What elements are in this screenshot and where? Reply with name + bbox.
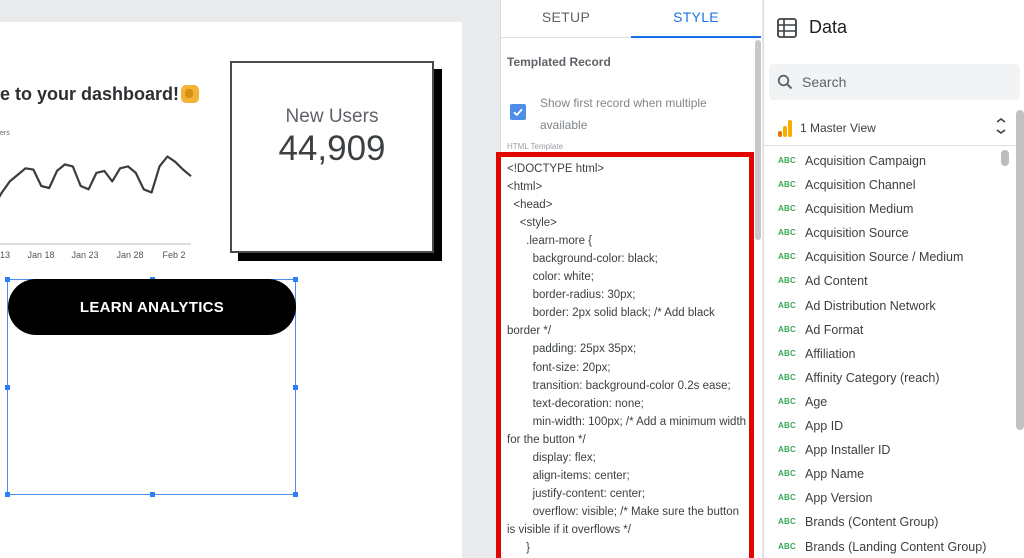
field-name: App ID bbox=[805, 419, 844, 434]
field-name: Brands (Landing Content Group) bbox=[805, 539, 987, 554]
field-name: Acquisition Channel bbox=[805, 178, 916, 193]
field-name: App Version bbox=[805, 491, 873, 506]
field-item[interactable]: ABC Acquisition Source / Medium bbox=[764, 245, 1014, 269]
resize-handle-bc[interactable] bbox=[150, 492, 155, 497]
field-search[interactable] bbox=[769, 64, 1020, 100]
resize-handle-ml[interactable] bbox=[5, 385, 10, 390]
text-field-type-icon: ABC bbox=[778, 445, 796, 455]
series-line bbox=[0, 155, 192, 198]
text-field-type-icon: ABC bbox=[778, 421, 796, 431]
field-name: Affinity Category (reach) bbox=[805, 370, 940, 385]
data-table-icon bbox=[777, 18, 797, 38]
field-item[interactable]: ABC Acquisition Campaign bbox=[764, 149, 1014, 173]
text-field-type-icon: ABC bbox=[778, 348, 796, 358]
x-tick-label: Jan 28 bbox=[116, 250, 143, 260]
resize-handle-tl[interactable] bbox=[5, 277, 10, 282]
section-title: Templated Record bbox=[507, 55, 611, 69]
text-field-type-icon: ABC bbox=[778, 324, 796, 334]
html-template-code[interactable]: <!DOCTYPE html> <html> <head> <style> .l… bbox=[501, 157, 749, 557]
tab-style[interactable]: STYLE bbox=[631, 0, 761, 38]
text-field-type-icon: ABC bbox=[778, 493, 796, 503]
x-tick-label: Jan 23 bbox=[71, 250, 98, 260]
html-template-editor[interactable]: <!DOCTYPE html> <html> <head> <style> .l… bbox=[496, 152, 754, 558]
field-name: App Name bbox=[805, 467, 865, 482]
field-list-scrollbar[interactable] bbox=[1001, 150, 1009, 166]
properties-scrollbar[interactable] bbox=[755, 40, 761, 240]
field-name: Ad Distribution Network bbox=[805, 298, 936, 313]
new-users-scorecard[interactable]: New Users 44,909 bbox=[230, 61, 434, 253]
chart-legend-fragment: ers bbox=[0, 130, 10, 137]
field-item[interactable]: ABC Affiliation bbox=[764, 342, 1014, 366]
field-name: Ad Format bbox=[805, 322, 864, 337]
field-item[interactable]: ABC App Version bbox=[764, 486, 1014, 510]
field-item[interactable]: ABC Acquisition Medium bbox=[764, 197, 1014, 221]
learn-analytics-button[interactable]: LEARN ANALYTICS bbox=[8, 279, 296, 335]
field-name: App Installer ID bbox=[805, 443, 891, 458]
welcome-heading: e to your dashboard! bbox=[0, 84, 200, 105]
field-item[interactable]: ABC App ID bbox=[764, 414, 1014, 438]
data-panel-scrollbar[interactable] bbox=[1016, 110, 1024, 430]
field-item[interactable]: ABC Age bbox=[764, 390, 1014, 414]
data-panel: Data 1 Master View ABC Acquisition Campai… bbox=[763, 0, 1024, 558]
tab-setup[interactable]: SETUP bbox=[501, 0, 631, 38]
field-item[interactable]: ABC Brands (Landing Content Group) bbox=[764, 535, 1014, 558]
field-item[interactable]: ABC Brands (Content Group) bbox=[764, 510, 1014, 534]
field-item[interactable]: ABC Ad Content bbox=[764, 269, 1014, 293]
text-field-type-icon: ABC bbox=[778, 252, 796, 262]
text-field-type-icon: ABC bbox=[778, 300, 796, 310]
field-item[interactable]: ABC Affinity Category (reach) bbox=[764, 366, 1014, 390]
field-name: Acquisition Source bbox=[805, 226, 909, 241]
resize-handle-mr[interactable] bbox=[293, 385, 298, 390]
time-series-chart[interactable]: 13 Jan 18 Jan 23 Jan 28 Feb 2 bbox=[0, 142, 200, 267]
text-field-type-icon: ABC bbox=[778, 396, 796, 406]
text-field-type-icon: ABC bbox=[778, 372, 796, 382]
resize-handle-tr[interactable] bbox=[293, 277, 298, 282]
field-name: Acquisition Medium bbox=[805, 202, 914, 217]
field-item[interactable]: ABC Ad Distribution Network bbox=[764, 294, 1014, 318]
x-tick-label: Jan 18 bbox=[27, 250, 54, 260]
text-field-type-icon: ABC bbox=[778, 180, 796, 190]
x-tick-label: 13 bbox=[0, 250, 10, 260]
x-tick-label: Feb 2 bbox=[162, 250, 185, 260]
text-field-type-icon: ABC bbox=[778, 156, 796, 165]
check-icon bbox=[513, 108, 523, 117]
resize-handle-br[interactable] bbox=[293, 492, 298, 497]
welcome-text: e to your dashboard! bbox=[0, 84, 180, 104]
data-source-selector[interactable]: 1 Master View bbox=[764, 112, 1024, 146]
field-name: Acquisition Campaign bbox=[805, 154, 926, 168]
text-field-type-icon: ABC bbox=[778, 517, 796, 527]
search-input[interactable] bbox=[802, 64, 1012, 100]
expand-collapse-icon[interactable] bbox=[994, 117, 1008, 135]
field-item[interactable]: ABC Acquisition Source bbox=[764, 221, 1014, 245]
scorecard-label: New Users bbox=[285, 106, 379, 127]
text-field-type-icon: ABC bbox=[778, 204, 796, 214]
text-field-type-icon: ABC bbox=[778, 276, 796, 286]
text-field-type-icon: ABC bbox=[778, 228, 796, 238]
properties-panel: SETUP STYLE Templated Record Show first … bbox=[496, 0, 763, 558]
waving-hand-icon bbox=[181, 85, 200, 103]
scorecard-value: 44,909 bbox=[278, 129, 386, 168]
data-panel-title: Data bbox=[809, 17, 848, 37]
field-name: Brands (Content Group) bbox=[805, 515, 939, 530]
show-first-record-checkbox[interactable] bbox=[510, 104, 526, 120]
search-icon bbox=[777, 74, 793, 90]
field-name: Acquisition Source / Medium bbox=[805, 250, 964, 265]
field-item[interactable]: ABC Ad Format bbox=[764, 318, 1014, 342]
text-field-type-icon: ABC bbox=[778, 469, 796, 479]
properties-tabs: SETUP STYLE bbox=[501, 0, 763, 38]
field-item[interactable]: ABC App Name bbox=[764, 462, 1014, 486]
report-canvas[interactable]: e to your dashboard! ers 13 Jan 18 Jan 23 J… bbox=[0, 0, 490, 558]
field-list: ABC Acquisition Campaign ABC Acquisition Ch… bbox=[764, 149, 1014, 558]
field-name: Affiliation bbox=[805, 346, 856, 361]
resize-handle-bl[interactable] bbox=[5, 492, 10, 497]
field-name: Age bbox=[805, 394, 828, 409]
analytics-bars-icon bbox=[778, 120, 792, 137]
text-field-type-icon: ABC bbox=[778, 541, 796, 551]
html-template-label: HTML Template bbox=[507, 142, 564, 151]
field-item[interactable]: ABC App Installer ID bbox=[764, 438, 1014, 462]
field-name: Ad Content bbox=[805, 274, 868, 289]
data-source-name: 1 Master View bbox=[800, 121, 876, 135]
checkbox-label: Show first record when multiple availabl… bbox=[540, 96, 707, 132]
field-item[interactable]: ABC Acquisition Channel bbox=[764, 173, 1014, 197]
